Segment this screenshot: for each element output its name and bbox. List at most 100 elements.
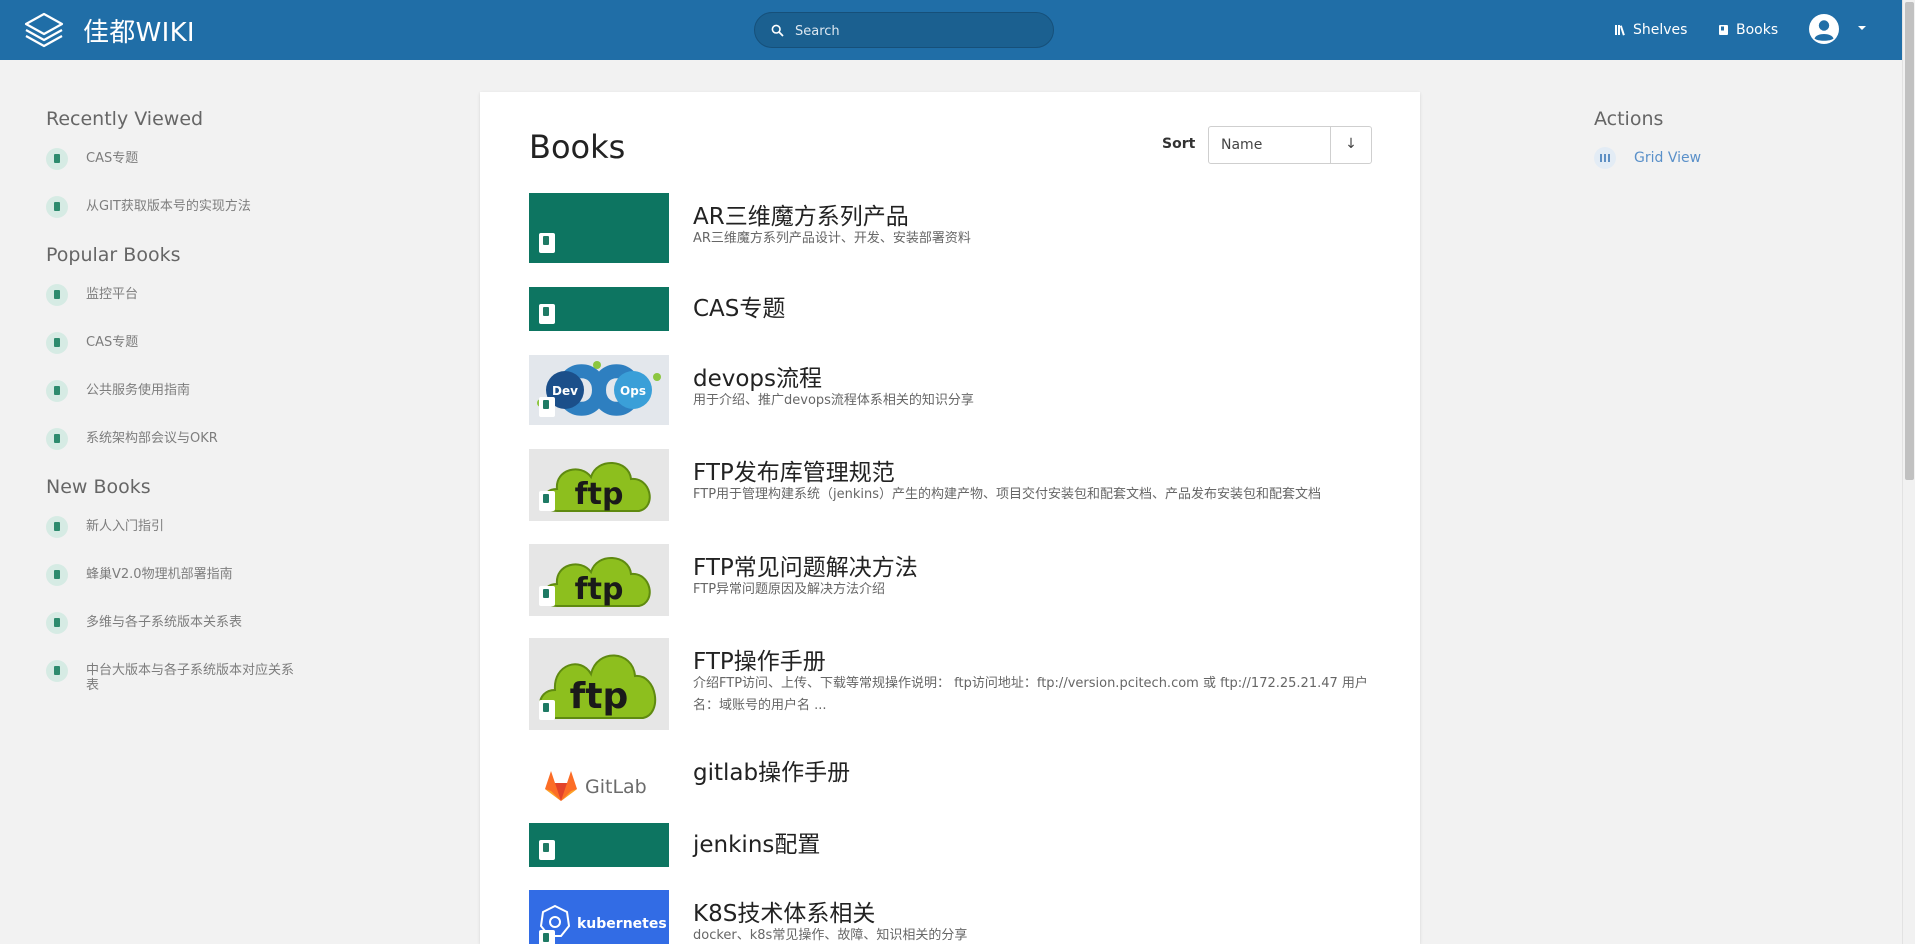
- recent-item[interactable]: CAS专题: [46, 148, 306, 172]
- nav-shelves-link[interactable]: Shelves: [1614, 20, 1687, 40]
- gitlab-logo-image: GitLab: [529, 749, 669, 819]
- popular-books-heading: Popular Books: [46, 244, 181, 266]
- gitlab-cover-text: GitLab: [585, 776, 647, 798]
- book-icon: [46, 332, 68, 354]
- books-list-card: Books Sort Name ↓ AR三维魔方系列产品 AR三维魔方系列产品设…: [480, 92, 1420, 944]
- book-title[interactable]: K8S技术体系相关: [693, 894, 875, 928]
- nav-books-label: Books: [1736, 22, 1779, 38]
- book-icon: [46, 284, 68, 306]
- search-input[interactable]: [795, 21, 1035, 41]
- new-book-item[interactable]: 新人入门指引: [46, 516, 306, 540]
- book-icon: [1719, 25, 1728, 35]
- new-books-section: New Books 新人入门指引 蜂巢V2.0物理机部署指南 多维与各子系统版本…: [46, 476, 306, 693]
- page-title: Books: [529, 128, 626, 166]
- book-title[interactable]: CAS专题: [693, 289, 785, 323]
- sort-select[interactable]: Name: [1209, 127, 1331, 163]
- kubernetes-cover-text: kubernetes: [577, 916, 667, 932]
- book-icon: [539, 930, 555, 944]
- scrollbar-thumb[interactable]: [1905, 2, 1914, 480]
- page-scrollbar[interactable]: [1902, 0, 1915, 944]
- popular-item[interactable]: 公共服务使用指南: [46, 380, 306, 404]
- book-title[interactable]: AR三维魔方系列产品: [693, 197, 909, 231]
- book-title[interactable]: devops流程: [693, 359, 822, 393]
- sort-direction-button[interactable]: ↓: [1331, 127, 1371, 163]
- site-name[interactable]: 佳都WIKI: [83, 12, 195, 49]
- new-books-heading: New Books: [46, 476, 151, 498]
- book-cover: [529, 823, 669, 867]
- book-title[interactable]: FTP操作手册: [693, 642, 826, 676]
- recently-viewed-section: Recently Viewed CAS专题 从GIT获取版本号的实现方法: [46, 108, 306, 220]
- book-item[interactable]: ftp FTP发布库管理规范 FTP用于管理构建系统（jenkins）产生的构建…: [529, 449, 1359, 521]
- book-description: AR三维魔方系列产品设计、开发、安装部署资料: [693, 231, 971, 246]
- book-title[interactable]: gitlab操作手册: [693, 753, 850, 787]
- book-item[interactable]: Dev Ops devops流程 用于介绍、推广devops流程体系相关的知识分…: [529, 355, 1359, 425]
- search-bar[interactable]: [754, 12, 1054, 48]
- book-title[interactable]: jenkins配置: [693, 825, 820, 859]
- sort-label: Sort: [1162, 136, 1196, 152]
- actions-panel: Actions Grid View: [1594, 108, 1701, 169]
- popular-item[interactable]: 监控平台: [46, 284, 306, 308]
- book-icon: [46, 660, 68, 682]
- book-icon: [539, 491, 555, 511]
- book-item[interactable]: AR三维魔方系列产品 AR三维魔方系列产品设计、开发、安装部署资料: [529, 193, 1359, 263]
- ftp-cover-text: ftp: [570, 676, 629, 717]
- nav-shelves-label: Shelves: [1633, 22, 1688, 38]
- book-icon: [46, 428, 68, 450]
- popular-item[interactable]: 系统架构部会议与OKR: [46, 428, 306, 452]
- ftp-cover-text: ftp: [575, 572, 624, 607]
- user-menu-caret-icon[interactable]: [1858, 26, 1866, 30]
- book-icon: [539, 397, 555, 417]
- grid-view-button[interactable]: Grid View: [1594, 147, 1701, 169]
- book-cover: ftp: [529, 638, 669, 730]
- recently-viewed-heading: Recently Viewed: [46, 108, 204, 130]
- book-description: 用于介绍、推广devops流程体系相关的知识分享: [693, 393, 974, 408]
- top-bar: 佳都WIKI Shelves Books: [0, 0, 1902, 60]
- book-description: FTP异常问题原因及解决方法介绍: [693, 582, 886, 597]
- book-title[interactable]: FTP常见问题解决方法: [693, 548, 918, 582]
- book-cover: ftp: [529, 544, 669, 616]
- book-description: FTP用于管理构建系统（jenkins）产生的构建产物、项目交付安装包和配套文档…: [693, 487, 1322, 502]
- new-book-item[interactable]: 中台大版本与各子系统版本对应关系表: [46, 660, 306, 693]
- book-item[interactable]: ftp FTP常见问题解决方法 FTP异常问题原因及解决方法介绍: [529, 544, 1359, 616]
- book-icon: [539, 304, 555, 324]
- new-book-item[interactable]: 蜂巢V2.0物理机部署指南: [46, 564, 306, 588]
- book-title[interactable]: FTP发布库管理规范: [693, 453, 895, 487]
- book-description: docker、k8s常见操作、故障、知识相关的分享: [693, 928, 968, 943]
- book-cover: [529, 193, 669, 263]
- book-icon: [46, 148, 68, 170]
- new-book-item[interactable]: 多维与各子系统版本关系表: [46, 612, 306, 636]
- book-item[interactable]: kubernetes K8S技术体系相关 docker、k8s常见操作、故障、知…: [529, 890, 1359, 944]
- actions-heading: Actions: [1594, 108, 1664, 130]
- user-avatar-icon[interactable]: [1809, 14, 1839, 44]
- nav-books-link[interactable]: Books: [1718, 20, 1778, 40]
- book-icon: [46, 564, 68, 586]
- book-cover: GitLab: [529, 749, 669, 819]
- book-item[interactable]: GitLab gitlab操作手册: [529, 749, 1359, 819]
- book-icon: [46, 516, 68, 538]
- popular-item[interactable]: CAS专题: [46, 332, 306, 356]
- book-item[interactable]: CAS专题: [529, 287, 1359, 331]
- left-sidebar: Recently Viewed CAS专题 从GIT获取版本号的实现方法 Pop…: [46, 108, 306, 717]
- book-cover: ftp: [529, 449, 669, 521]
- book-icon: [46, 380, 68, 402]
- book-icon: [46, 612, 68, 634]
- book-item[interactable]: jenkins配置: [529, 823, 1359, 867]
- book-cover: Dev Ops: [529, 355, 669, 425]
- grid-icon: [1594, 147, 1616, 169]
- devops-dev-text: Dev: [552, 384, 578, 398]
- recent-item[interactable]: 从GIT获取版本号的实现方法: [46, 196, 306, 220]
- book-icon: [539, 840, 555, 860]
- book-cover: kubernetes: [529, 890, 669, 944]
- book-item[interactable]: ftp FTP操作手册 介绍FTP访问、上传、下载等常规操作说明： ftp访问地…: [529, 638, 1368, 730]
- popular-books-section: Popular Books 监控平台 CAS专题 公共服务使用指南 系统架构部会…: [46, 244, 306, 452]
- devops-ops-text: Ops: [620, 384, 646, 398]
- books-logo-icon[interactable]: [22, 10, 66, 50]
- book-icon: [539, 233, 555, 253]
- book-icon: [539, 700, 555, 720]
- sort-control: Name ↓: [1208, 126, 1372, 164]
- ftp-cover-text: ftp: [575, 477, 624, 512]
- book-description: 介绍FTP访问、上传、下载等常规操作说明： ftp访问地址：ftp://vers…: [693, 676, 1368, 713]
- grid-view-label: Grid View: [1634, 150, 1702, 166]
- book-icon: [539, 586, 555, 606]
- search-icon: [771, 24, 784, 37]
